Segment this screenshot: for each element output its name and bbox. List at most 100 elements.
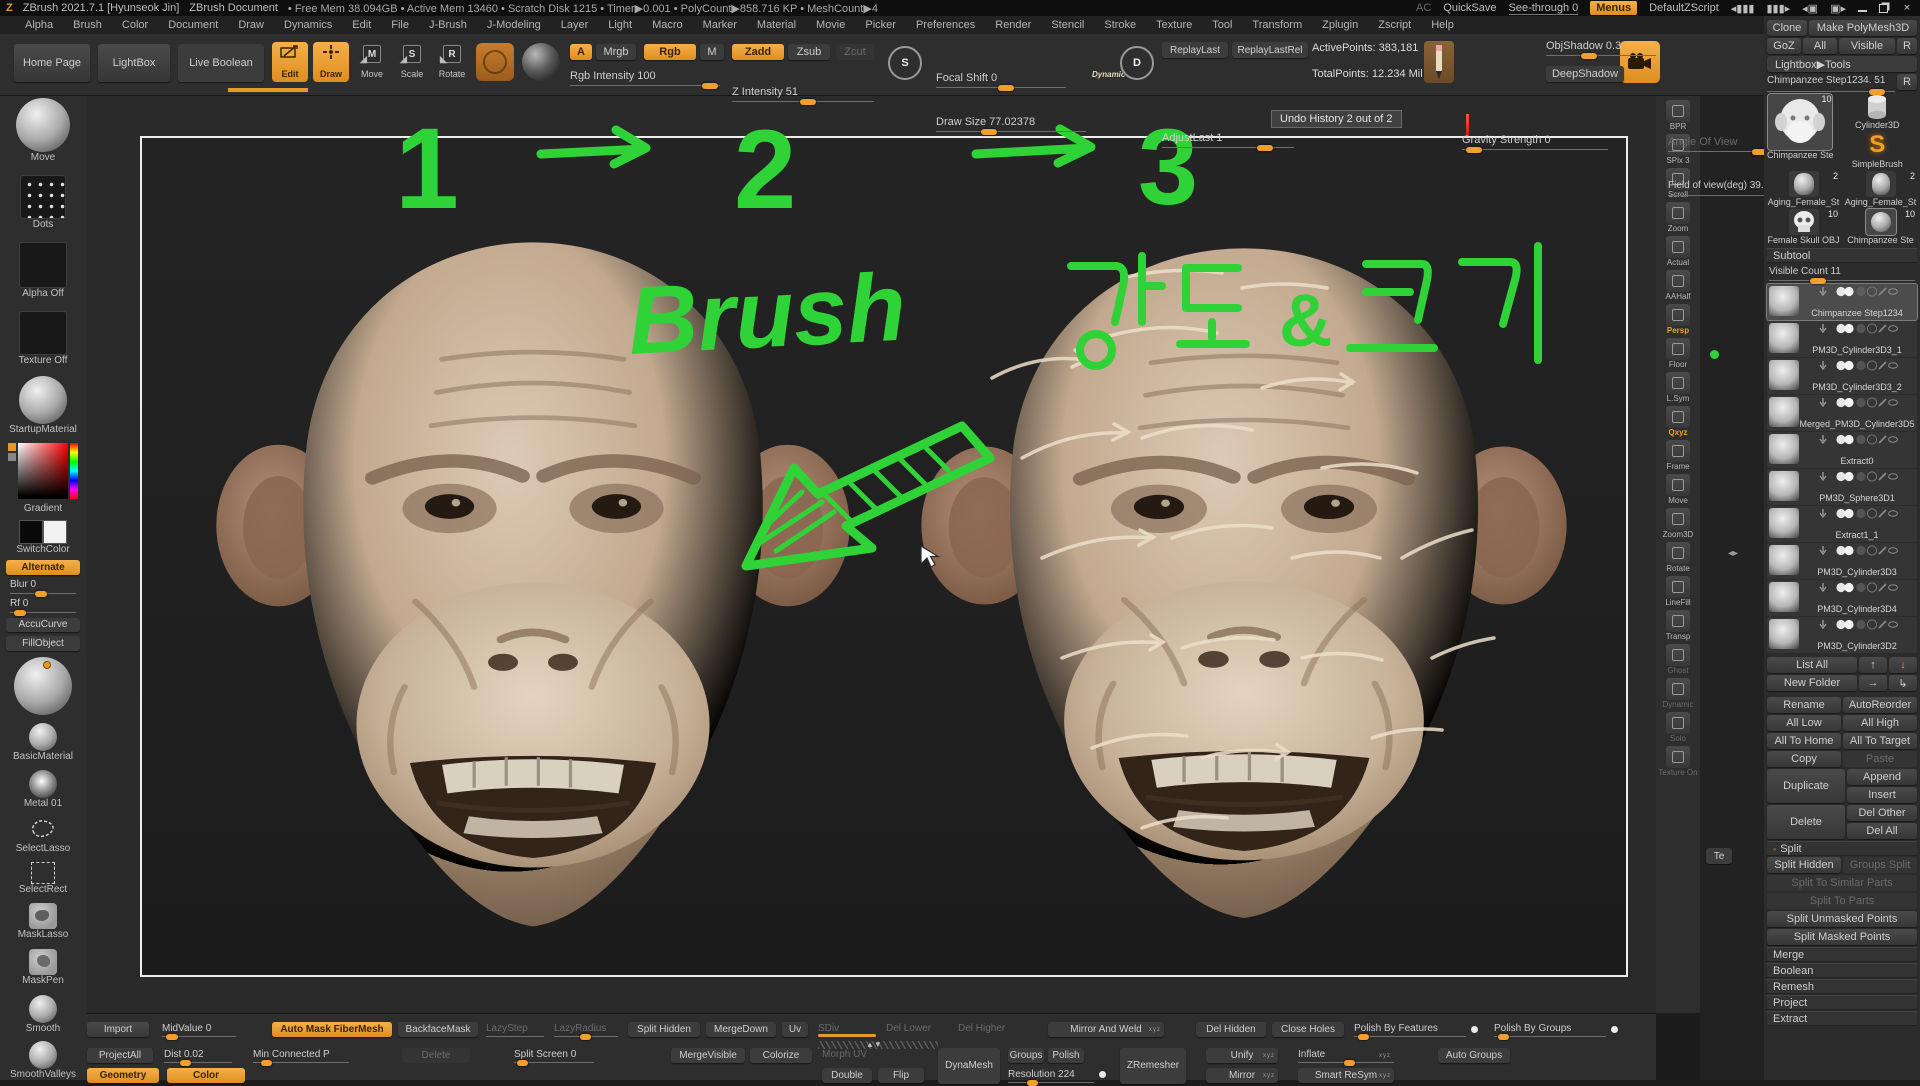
delete-bottom-button[interactable]: Delete (402, 1048, 470, 1063)
groups-button[interactable]: Groups (1008, 1048, 1044, 1063)
menu-item[interactable]: Zplugin (1313, 18, 1367, 32)
folder-hook-icon[interactable]: ↳ (1889, 675, 1917, 691)
subtool-row[interactable]: PM3D_Cylinder3D3 (1767, 543, 1917, 579)
lightbox-button[interactable]: LightBox (98, 44, 170, 82)
right-shelf-icon[interactable] (1666, 202, 1690, 224)
split-screen-slider[interactable]: Split Screen 0 (514, 1048, 594, 1063)
color-saturation-square[interactable] (18, 443, 68, 499)
smooth-valleys-thumbnail[interactable] (29, 1041, 57, 1069)
list-all-button[interactable]: List All (1767, 657, 1857, 673)
menu-item[interactable]: Color (113, 18, 157, 32)
right-shelf-icon[interactable] (1666, 100, 1690, 122)
goz-visible-button[interactable]: Visible (1839, 38, 1895, 54)
inflate-slider[interactable]: Inflatexyz (1298, 1048, 1394, 1063)
split-section-header[interactable]: ◦ Split (1767, 841, 1917, 856)
subtool-row-icons[interactable] (1815, 323, 1899, 334)
secondary-color-swatch[interactable] (8, 453, 16, 461)
right-shelf-icon[interactable] (1666, 542, 1690, 564)
obj-shadow-slider[interactable]: ObjShadow 0.3 (1546, 40, 1656, 56)
right-shelf-icon[interactable] (1666, 644, 1690, 666)
mergevisible-button[interactable]: MergeVisible (671, 1048, 745, 1063)
goz-button[interactable]: GoZ (1767, 38, 1801, 54)
gravity-strength-slider[interactable]: Gravity Strength 0 (1462, 134, 1608, 150)
stroke-dots-thumbnail[interactable] (20, 175, 66, 219)
split-similar-button[interactable]: Split To Similar Parts (1767, 875, 1917, 891)
zcut-button[interactable]: Zcut (836, 44, 874, 60)
select-rect-icon[interactable] (31, 862, 55, 884)
del-all-button[interactable]: Del All (1847, 823, 1917, 839)
smooth-brush-thumbnail[interactable] (29, 995, 57, 1023)
menu-item[interactable]: Document (159, 18, 227, 32)
subtool-row[interactable]: PM3D_Cylinder3D3_2 (1767, 358, 1917, 394)
subtool-row-icons[interactable] (1815, 286, 1899, 297)
del-hidden-button[interactable]: Del Hidden (1196, 1022, 1266, 1037)
extract-section-header[interactable]: Extract (1767, 1011, 1917, 1026)
right-shelf-item[interactable]: LineFill (1665, 576, 1690, 608)
menu-item[interactable]: Stencil (1042, 18, 1093, 32)
m-button[interactable]: M (700, 44, 724, 60)
metal-material-thumbnail[interactable] (29, 770, 57, 798)
home-page-button[interactable]: Home Page (14, 44, 90, 82)
mrgb-button[interactable]: Mrgb (596, 44, 636, 60)
material-preview-sphere[interactable] (522, 43, 560, 81)
right-shelf-icon[interactable] (1666, 338, 1690, 360)
minimize-button[interactable] (1858, 4, 1867, 12)
subtool-row-icons[interactable] (1815, 545, 1899, 556)
close-button[interactable]: × (1900, 2, 1914, 14)
min-connected-slider[interactable]: Min Connected P (253, 1048, 349, 1063)
edit-button[interactable]: Edit (272, 42, 308, 82)
subtool-row[interactable]: PM3D_Cylinder3D3_1 (1767, 321, 1917, 357)
right-shelf-item[interactable]: Actual (1666, 236, 1690, 268)
groups-split-button[interactable]: Groups Split (1843, 857, 1917, 873)
merge-section-header[interactable]: Merge (1767, 947, 1917, 962)
mirror-and-weld-button[interactable]: Mirror And Weldxyz (1048, 1022, 1164, 1037)
right-shelf-item[interactable]: Qxyz (1666, 406, 1690, 438)
smart-resym-button[interactable]: Smart ReSymxyz (1298, 1068, 1394, 1083)
right-shelf-icon[interactable] (1666, 508, 1690, 530)
menu-item[interactable]: Brush (64, 18, 111, 32)
subtool-row-icons[interactable] (1815, 360, 1899, 371)
remesh-section-header[interactable]: Remesh (1767, 979, 1917, 994)
mergedown-button[interactable]: MergeDown (706, 1022, 776, 1037)
subtool-row-icons[interactable] (1815, 619, 1899, 630)
right-shelf-item[interactable]: Frame (1666, 440, 1690, 472)
color-hue-strip[interactable] (70, 443, 78, 499)
right-shelf-item[interactable]: AAHalf (1666, 270, 1691, 302)
colorize-button[interactable]: Colorize (750, 1048, 812, 1063)
subtool-row-icons[interactable] (1815, 397, 1899, 408)
draw-size-slider[interactable]: Draw Size 77.02378 (936, 116, 1086, 132)
subtool-row-icons[interactable] (1815, 471, 1899, 482)
replay-last-button[interactable]: ReplayLast (1162, 42, 1228, 58)
sculptris-pro-icon[interactable]: S (888, 46, 922, 80)
menu-item[interactable]: Picker (856, 18, 905, 32)
subtool-row-icons[interactable] (1815, 582, 1899, 593)
tool-item[interactable]: 2 Aging_Female_St (1767, 171, 1840, 207)
right-shelf-icon[interactable] (1666, 440, 1690, 462)
import-button[interactable]: Import (87, 1022, 149, 1037)
alpha-thumbnail[interactable] (19, 242, 67, 288)
z-intensity-slider[interactable]: Z Intensity 51 (732, 86, 874, 102)
goz-r-button[interactable]: R (1897, 38, 1917, 54)
split-unmasked-button[interactable]: Split Unmasked Points (1767, 911, 1917, 927)
polish-button[interactable]: Polish (1048, 1048, 1084, 1063)
right-shelf-item[interactable]: L.Sym (1666, 372, 1690, 404)
switch-color-swatches[interactable] (19, 520, 67, 544)
right-shelf-item[interactable]: BPR (1666, 100, 1690, 132)
right-shelf-item[interactable]: Transp (1666, 610, 1691, 642)
copy-button[interactable]: Copy (1767, 751, 1841, 767)
visible-count-slider[interactable]: Visible Count 11 (1769, 265, 1915, 281)
insert-button[interactable]: Insert (1847, 787, 1917, 803)
close-holes-button[interactable]: Close Holes (1272, 1022, 1344, 1037)
color-picker[interactable] (8, 443, 78, 499)
brush-curve-preview[interactable] (14, 657, 72, 715)
deep-shadow-button[interactable]: DeepShadow (1546, 66, 1624, 82)
tool-item-selected[interactable]: 10 Chimpanzee Ste (1844, 209, 1917, 245)
geometry-tab-button[interactable]: Geometry (87, 1068, 159, 1083)
see-through-slider[interactable]: See-through 0 (1509, 2, 1579, 15)
menu-item[interactable]: Render (986, 18, 1040, 32)
right-shelf-icon[interactable] (1666, 304, 1690, 326)
right-shelf-icon[interactable] (1666, 474, 1690, 496)
subtool-row[interactable]: Merged_PM3D_Cylinder3D5 (1767, 395, 1917, 431)
main-color-swatch[interactable] (19, 520, 43, 544)
delete-button[interactable]: Delete (1767, 805, 1845, 839)
